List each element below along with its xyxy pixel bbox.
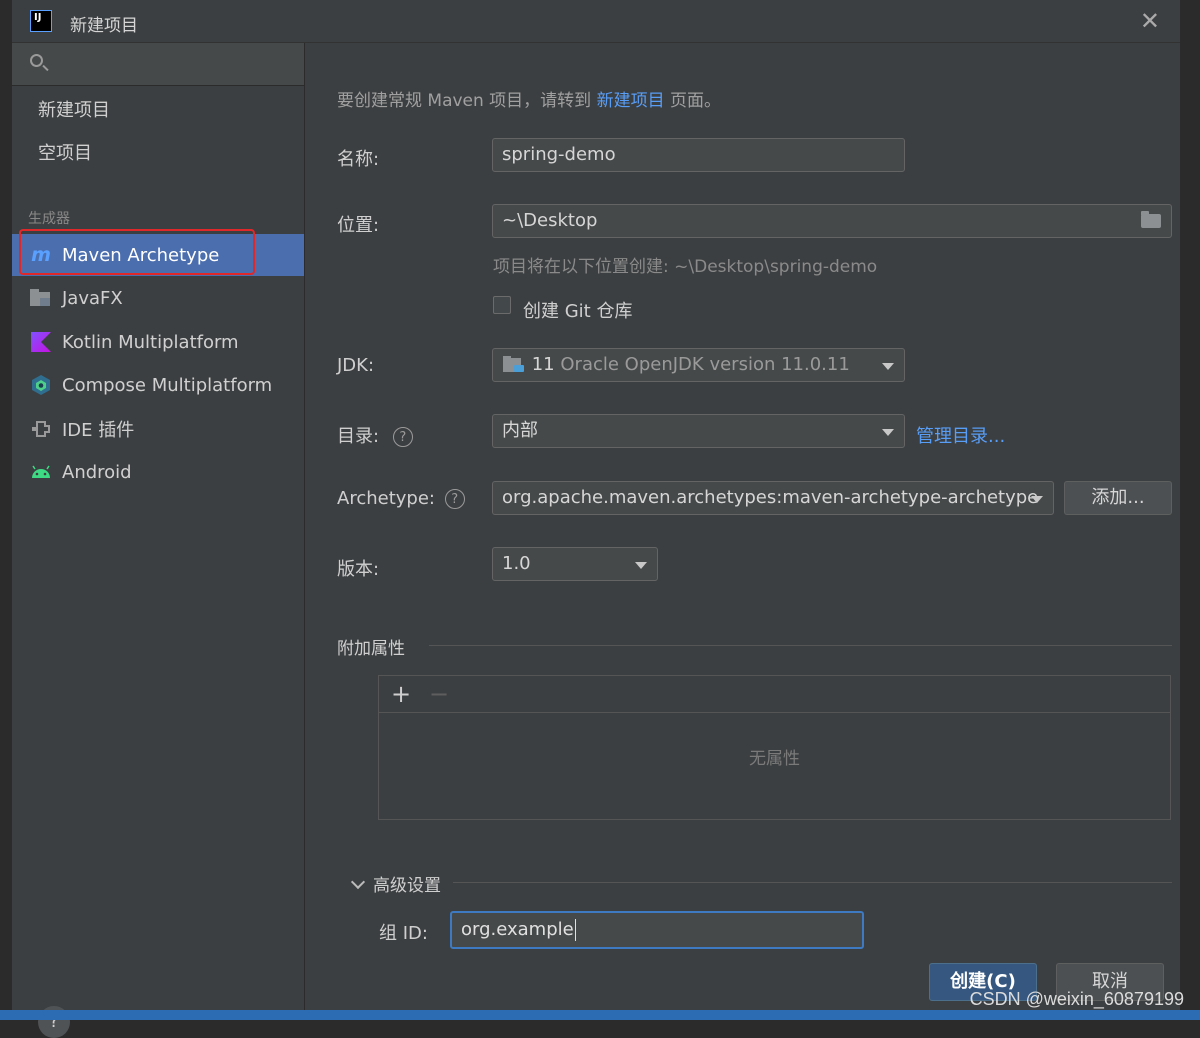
group-id-label: 组 ID: <box>379 923 428 944</box>
archetype-help-icon[interactable]: ? <box>444 489 465 509</box>
hint-text-before: 要创建常规 Maven 项目，请转到 <box>337 91 597 111</box>
catalog-help-icon[interactable]: ? <box>392 427 413 447</box>
group-id-field[interactable]: org.example <box>450 911 864 949</box>
plugin-icon <box>30 418 52 440</box>
sidebar-item-empty-project[interactable]: 空项目 <box>12 131 304 173</box>
sidebar: 新建项目 空项目 生成器 m Maven Archetype JavaFX Ko… <box>12 43 305 1038</box>
sidebar-item-label: IDE 插件 <box>62 420 135 441</box>
new-project-link[interactable]: 新建项目 <box>597 91 665 111</box>
sidebar-item-label: Android <box>62 461 132 483</box>
intellij-logo-icon <box>30 10 52 32</box>
search-icon <box>30 54 43 67</box>
selection-highlight-annotation <box>19 229 255 275</box>
csdn-watermark: CSDN @weixin_60879199 <box>969 989 1184 1009</box>
create-git-repo-label: 创建 Git 仓库 <box>523 301 633 322</box>
android-icon <box>30 461 52 483</box>
remove-property-icon: − <box>429 680 450 708</box>
archetype-select[interactable]: org.apache.maven.archetypes:maven-archet… <box>492 481 1054 515</box>
chevron-down-icon <box>635 562 647 569</box>
taskbar-strip <box>0 1010 1200 1020</box>
name-field-value: spring-demo <box>502 144 616 165</box>
sidebar-item-new-project[interactable]: 新建项目 <box>12 88 304 130</box>
catalog-select-value: 内部 <box>502 420 538 441</box>
jdk-version-number: 11 <box>531 354 555 375</box>
sidebar-item-compose-multiplatform[interactable]: Compose Multiplatform <box>12 364 304 406</box>
javafx-icon <box>30 287 52 309</box>
archetype-label-text: Archetype: <box>337 488 435 509</box>
chevron-down-icon <box>882 363 894 370</box>
sidebar-item-ide-plugin[interactable]: IDE 插件 <box>12 408 304 450</box>
jdk-select-value: Oracle OpenJDK version 11.0.11 <box>560 354 850 375</box>
sidebar-item-android[interactable]: Android <box>12 451 304 493</box>
chevron-down-icon <box>350 874 366 890</box>
kotlin-icon <box>30 331 52 353</box>
sidebar-item-javafx[interactable]: JavaFX <box>12 277 304 319</box>
dialog-title: 新建项目 <box>70 16 138 36</box>
advanced-settings-toggle[interactable]: 高级设置 <box>350 871 441 896</box>
sidebar-item-label: 空项目 <box>38 143 92 164</box>
properties-toolbar: + − <box>379 676 1170 713</box>
compose-icon <box>30 374 52 396</box>
sidebar-search-input[interactable] <box>12 43 304 86</box>
sidebar-section-generators: 生成器 <box>28 211 70 227</box>
add-property-icon[interactable]: + <box>391 680 411 708</box>
catalog-label-text: 目录: <box>337 426 380 447</box>
sidebar-item-label: 新建项目 <box>38 100 110 121</box>
location-hint: 项目将在以下位置创建: ~\Desktop\spring-demo <box>493 257 878 277</box>
name-field[interactable]: spring-demo <box>492 138 905 172</box>
chevron-down-icon <box>882 429 894 436</box>
section-divider <box>429 645 1172 646</box>
name-label: 名称: <box>337 149 380 170</box>
location-label: 位置: <box>337 215 380 236</box>
catalog-select[interactable]: 内部 <box>492 414 905 448</box>
location-field-value: ~\Desktop <box>502 210 598 231</box>
jdk-folder-icon <box>503 355 524 372</box>
hint-text-after: 页面。 <box>664 91 721 111</box>
group-id-value: org.example <box>461 919 574 940</box>
folder-browse-icon[interactable] <box>1141 211 1161 228</box>
background-editor-right <box>1180 0 1200 1020</box>
sidebar-item-label: Compose Multiplatform <box>62 374 273 396</box>
additional-properties-heading: 附加属性 <box>337 639 405 659</box>
section-divider <box>453 882 1172 883</box>
create-git-repo-checkbox[interactable] <box>493 296 511 314</box>
add-archetype-button[interactable]: 添加... <box>1064 481 1172 515</box>
new-project-dialog: 新建项目 ✕ 新建项目 空项目 生成器 m Maven Archetype Ja… <box>12 0 1180 1038</box>
text-caret <box>574 919 576 941</box>
maven-hint-text: 要创建常规 Maven 项目，请转到 新建项目 页面。 <box>337 86 721 111</box>
archetype-label: Archetype: ? <box>337 488 465 509</box>
title-bar: 新建项目 ✕ <box>12 0 1180 43</box>
jdk-select[interactable]: 11 Oracle OpenJDK version 11.0.11 <box>492 348 905 382</box>
version-select-value: 1.0 <box>502 553 531 574</box>
manage-catalogs-link[interactable]: 管理目录... <box>916 422 1005 448</box>
archetype-select-value: org.apache.maven.archetypes:maven-archet… <box>502 487 1039 508</box>
sidebar-item-label: Kotlin Multiplatform <box>62 331 239 353</box>
version-select[interactable]: 1.0 <box>492 547 658 581</box>
advanced-settings-label: 高级设置 <box>373 876 441 896</box>
main-panel: 要创建常规 Maven 项目，请转到 新建项目 页面。 名称: spring-d… <box>305 43 1180 1020</box>
catalog-label: 目录: ? <box>337 422 413 448</box>
close-icon[interactable]: ✕ <box>1140 7 1160 35</box>
version-label: 版本: <box>337 559 380 580</box>
chevron-down-icon <box>1031 496 1043 503</box>
properties-empty-text: 无属性 <box>749 749 800 769</box>
jdk-label: JDK: <box>337 355 375 376</box>
background-editor-left <box>0 0 12 1020</box>
sidebar-item-label: JavaFX <box>62 287 123 309</box>
properties-table: + − 无属性 <box>378 675 1171 820</box>
location-field[interactable]: ~\Desktop <box>492 204 1172 238</box>
sidebar-item-kotlin-multiplatform[interactable]: Kotlin Multiplatform <box>12 321 304 363</box>
